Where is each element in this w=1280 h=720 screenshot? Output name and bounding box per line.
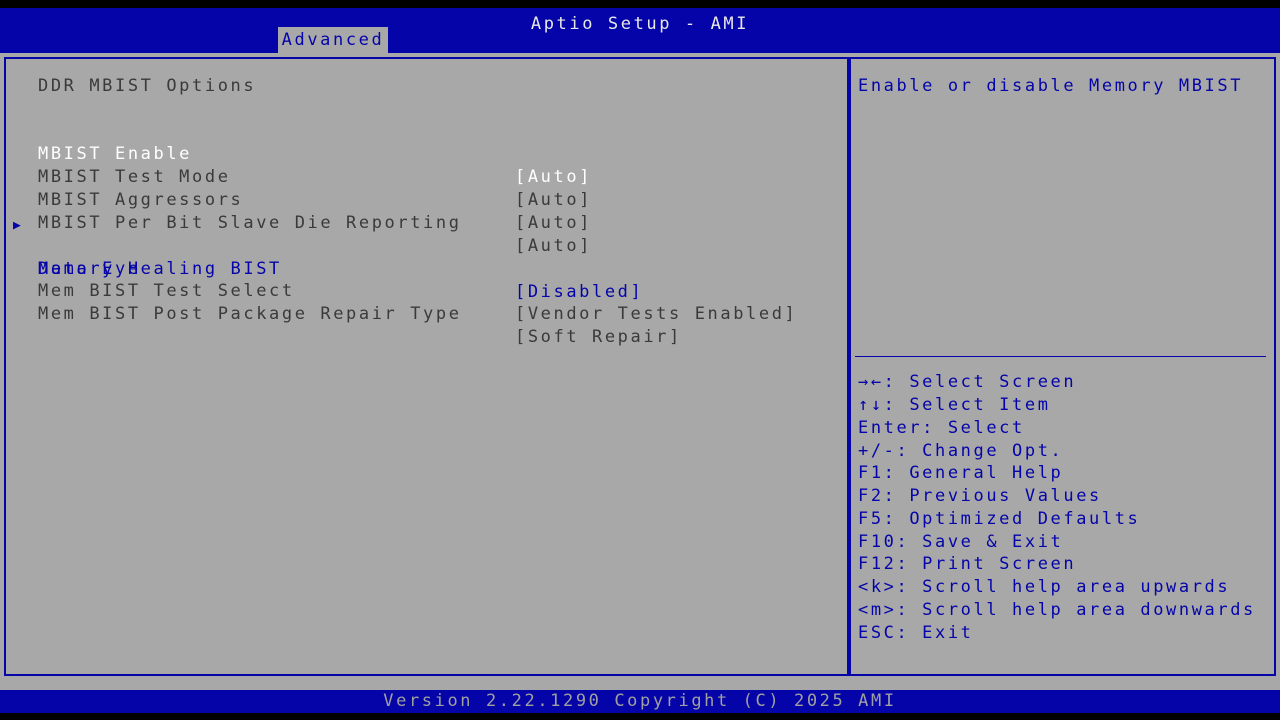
key-hint-scroll-up: <k>: Scroll help area upwards (858, 576, 1230, 599)
version-text: Version 2.22.1290 Copyright (C) 2025 AMI (383, 691, 896, 711)
menu-item-mbist-per-bit-slave-die-reporting: MBIST Per Bit Slave Die Reporting [Auto] (6, 189, 847, 212)
bios-setup-screen: Aptio Setup - AMI Advanced DDR MBIST Opt… (0, 0, 1280, 720)
menu-item-value: [Soft Repair] (515, 326, 682, 349)
app-title: Aptio Setup - AMI (0, 13, 1280, 35)
menu-item-mbist-test-mode: MBIST Test Mode [Auto] (6, 143, 847, 166)
key-hint-enter-select: Enter: Select (858, 417, 1025, 440)
menu-item-mem-bist-test-select: Mem BIST Test Select [Vendor Tests Enabl… (6, 257, 847, 280)
tab-advanced[interactable]: Advanced (278, 27, 388, 53)
key-hint-general-help: F1: General Help (858, 462, 1063, 485)
key-hint-select-screen: →←: Select Screen (858, 371, 1076, 394)
menu-item-memory-healing-bist[interactable]: Memory Healing BIST [Disabled] (6, 235, 847, 258)
menu-item-label: Mem BIST Post Package Repair Type (38, 303, 462, 326)
version-bar: Version 2.22.1290 Copyright (C) 2025 AMI (0, 690, 1280, 713)
help-description: Enable or disable Memory MBIST (858, 75, 1263, 98)
key-hint-previous-values: F2: Previous Values (858, 485, 1102, 508)
section-title: DDR MBIST Options (38, 75, 256, 98)
menu-item-mem-bist-post-package-repair-type: Mem BIST Post Package Repair Type [Soft … (6, 280, 847, 303)
key-hint-select-item: ↑↓: Select Item (858, 394, 1051, 417)
titlebar: Aptio Setup - AMI Advanced (0, 8, 1280, 53)
menu-item-mbist-enable[interactable]: MBIST Enable [Auto] (6, 120, 847, 143)
menu-item-value: [Vendor Tests Enabled] (515, 303, 797, 326)
menu-item-mbist-aggressors: MBIST Aggressors [Auto] (6, 166, 847, 189)
key-hint-change-opt: +/-: Change Opt. (858, 440, 1063, 463)
key-hint-optimized-defaults: F5: Optimized Defaults (858, 508, 1140, 531)
help-panel-divider (855, 356, 1266, 357)
help-panel: Enable or disable Memory MBIST →←: Selec… (849, 57, 1276, 676)
key-hint-scroll-down: <m>: Scroll help area downwards (858, 599, 1256, 622)
key-hint-esc-exit: ESC: Exit (858, 622, 974, 645)
key-hint-print-screen: F12: Print Screen (858, 553, 1076, 576)
main-area: DDR MBIST Options MBIST Enable [Auto] MB… (0, 53, 1280, 690)
menu-item-data-eye[interactable]: ▶ Data Eye (6, 212, 847, 235)
options-panel: DDR MBIST Options MBIST Enable [Auto] MB… (4, 57, 849, 676)
submenu-arrow-icon: ▶ (13, 214, 21, 237)
key-hint-save-exit: F10: Save & Exit (858, 531, 1063, 554)
